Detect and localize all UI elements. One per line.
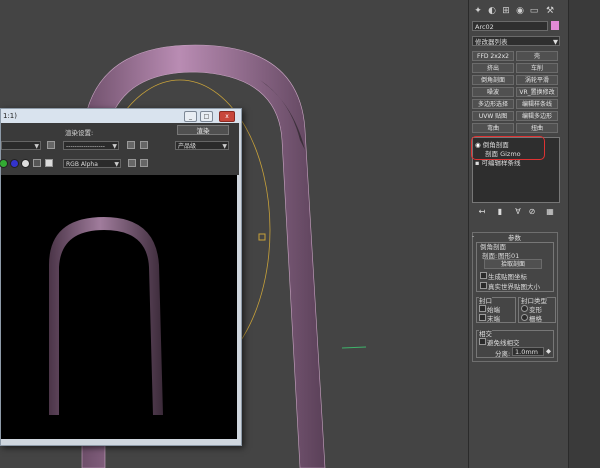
render-button[interactable]: 渲染: [177, 125, 229, 135]
modifier-button[interactable]: UVW 贴图: [472, 111, 514, 121]
modifier-list-dropdown[interactable]: 修改器列表 ▼: [472, 36, 560, 46]
create-tab-icon[interactable]: ✦: [473, 6, 483, 16]
minimize-button[interactable]: _: [184, 111, 197, 122]
mono-icon[interactable]: [33, 159, 41, 167]
display-icon[interactable]: [128, 159, 136, 167]
separation-field[interactable]: 1.0mm: [512, 347, 544, 356]
render-setup-icon[interactable]: [127, 141, 135, 149]
modifier-button[interactable]: 编辑多边形: [516, 111, 558, 121]
gizmo-handle[interactable]: [258, 233, 266, 241]
avoid-intersect-checkbox[interactable]: [479, 338, 486, 345]
grid-radio[interactable]: [521, 314, 528, 321]
modify-tab-icon[interactable]: ◐: [487, 6, 497, 16]
show-end-result-icon[interactable]: ▮: [494, 206, 506, 217]
cap-end-label: 末端: [487, 315, 500, 323]
grid-label: 栅格: [529, 315, 542, 323]
motion-tab-icon[interactable]: ◉: [515, 6, 525, 16]
green-channel-icon[interactable]: [0, 159, 8, 168]
utilities-tab-icon[interactable]: ⚒: [545, 6, 555, 16]
environment-icon[interactable]: [140, 141, 148, 149]
pin-stack-icon[interactable]: ↤: [476, 206, 488, 217]
modifier-button[interactable]: 挤出: [472, 63, 514, 73]
render-toolbar: 渲染设置: 渲染 ▼ ------------------ ▼ 产品级 ▼ RGB …: [0, 123, 239, 175]
area-dropdown[interactable]: ------------------ ▼: [63, 141, 119, 150]
modifier-button[interactable]: FFD 2x2x2: [472, 51, 514, 61]
stack-toolbar: ↤ ▮ ∀ ⊘ ▦: [472, 206, 560, 218]
remove-modifier-icon[interactable]: ⊘: [526, 206, 538, 217]
modifier-button[interactable]: 车削: [516, 63, 558, 73]
side-strip: [568, 0, 600, 468]
cap-start-checkbox[interactable]: [479, 305, 486, 312]
morph-radio[interactable]: [521, 305, 528, 312]
display-tab-icon[interactable]: ▭: [529, 6, 539, 16]
render-frame-window[interactable]: 1:1) _ □ x 渲染设置: 渲染 ▼ ------------------…: [0, 108, 242, 446]
avoid-intersect-label: 避免线相交: [487, 339, 520, 347]
hierarchy-tab-icon[interactable]: ⊞: [501, 6, 511, 16]
configure-sets-icon[interactable]: ▦: [544, 206, 556, 217]
modifier-button[interactable]: 壳: [516, 51, 558, 61]
annotation-highlight: [471, 136, 545, 160]
render-window-title: 1:1): [3, 112, 17, 120]
separation-spinner-icon[interactable]: ◆: [546, 347, 551, 355]
cap-end-checkbox[interactable]: [479, 314, 486, 321]
area-label: 渲染设置:: [65, 129, 94, 137]
pick-profile-button[interactable]: 拾取剖面: [484, 259, 542, 269]
channel-dropdown[interactable]: RGB Alpha ▼: [63, 159, 121, 168]
modifier-button[interactable]: 扭曲: [516, 123, 558, 133]
preset-dropdown[interactable]: 产品级 ▼: [175, 141, 229, 150]
swatch-icon[interactable]: [45, 159, 53, 167]
modifier-button[interactable]: 弯曲: [472, 123, 514, 133]
viewport-dropdown[interactable]: ▼: [1, 141, 41, 150]
separation-label: 分离:: [495, 350, 511, 358]
rollout-minus-icon[interactable]: -: [472, 232, 474, 240]
make-unique-icon[interactable]: ∀: [512, 206, 524, 217]
modifier-button[interactable]: 编辑样条线: [516, 99, 558, 109]
modifier-button[interactable]: 噪波: [472, 87, 514, 97]
gen-mapping-label: 生成贴图坐标: [488, 273, 527, 281]
modifier-button[interactable]: 多边形选择: [472, 99, 514, 109]
modifier-button[interactable]: 涡轮平滑: [516, 75, 558, 85]
lock-icon[interactable]: [47, 141, 55, 149]
object-color-swatch[interactable]: [551, 21, 559, 30]
modifier-button[interactable]: 倒角剖面: [472, 75, 514, 85]
real-world-label: 真实世界贴图大小: [488, 283, 540, 291]
maximize-button[interactable]: □: [200, 111, 213, 122]
alpha-channel-icon[interactable]: [21, 159, 30, 168]
close-button[interactable]: x: [219, 111, 235, 122]
rendered-arch: [49, 217, 163, 415]
render-window-titlebar[interactable]: 1:1) _ □ x: [1, 109, 241, 123]
blue-channel-icon[interactable]: [10, 159, 19, 168]
gen-mapping-checkbox[interactable]: [480, 272, 487, 279]
stack-item[interactable]: ▪ 可编辑样条线: [475, 159, 557, 168]
real-world-checkbox[interactable]: [480, 282, 487, 289]
axis-tripod: [341, 346, 367, 349]
modifier-button[interactable]: VR_置换修改: [516, 87, 558, 97]
rollout-header[interactable]: 参数: [508, 232, 521, 242]
render-canvas: [1, 175, 237, 439]
object-name-field[interactable]: Arc02: [472, 21, 548, 31]
toggle-ui-icon[interactable]: [140, 159, 148, 167]
